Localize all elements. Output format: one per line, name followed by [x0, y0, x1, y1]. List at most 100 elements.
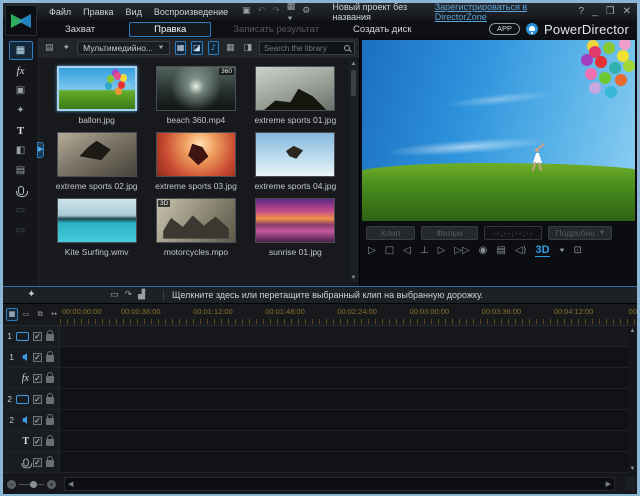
app-badge[interactable]: APP: [489, 23, 520, 35]
track-header[interactable]: 1: [3, 326, 60, 346]
track-lane[interactable]: [60, 410, 637, 430]
lock-icon[interactable]: [46, 334, 54, 341]
plugin-icon[interactable]: [61, 43, 73, 54]
snapshot-button[interactable]: [479, 246, 488, 256]
scroll-down-icon[interactable]: ▼: [351, 274, 357, 282]
track-header[interactable]: 2: [3, 389, 60, 409]
library-item[interactable]: Kite Surfing.wmv: [47, 198, 146, 257]
track-header[interactable]: 1: [3, 347, 60, 367]
undo-icon[interactable]: [258, 7, 266, 16]
scroll-down-icon[interactable]: ▼: [630, 465, 636, 473]
sidebar-item-title-room[interactable]: T: [9, 121, 33, 140]
sidebar-item-effect-room[interactable]: fx: [9, 61, 33, 80]
sidebar-item-audio-mixing-room[interactable]: [9, 161, 33, 180]
notification-bell-icon[interactable]: [526, 23, 538, 35]
scroll-up-icon[interactable]: ▲: [351, 60, 357, 68]
lock-icon[interactable]: [46, 460, 54, 467]
redo-icon[interactable]: [272, 7, 280, 16]
sidebar-item-particle-room[interactable]: [9, 101, 33, 120]
sidebar-item-subtitle-room[interactable]: [9, 221, 33, 240]
track-enable-checkbox[interactable]: [33, 458, 42, 467]
track-header[interactable]: 2: [3, 410, 60, 430]
movie-mode-button[interactable]: Фильм: [421, 226, 477, 240]
track-lane[interactable]: [60, 389, 637, 409]
track-header[interactable]: fx: [3, 368, 60, 388]
tab-produce[interactable]: Записать результат: [233, 24, 319, 35]
library-item[interactable]: sunrise 01.jpg: [246, 198, 345, 257]
fast-forward-button[interactable]: [454, 246, 469, 256]
library-item[interactable]: extreme sports 03.jpg: [146, 132, 245, 191]
lock-icon[interactable]: [46, 355, 54, 362]
minimize-button[interactable]: _: [592, 6, 598, 17]
previous-frame-button[interactable]: [403, 246, 411, 256]
menu-edit[interactable]: Правка: [77, 5, 119, 19]
track-enable-checkbox[interactable]: [33, 437, 42, 446]
settings-gear-icon[interactable]: [302, 7, 310, 16]
scroll-right-icon[interactable]: ▶: [606, 480, 611, 488]
undock-preview-button[interactable]: [573, 246, 581, 256]
sidebar-item-pip-objects-room[interactable]: [9, 81, 33, 100]
library-item[interactable]: extreme sports 01.jpg: [246, 66, 345, 125]
sidebar-item-transition-room[interactable]: [9, 141, 33, 160]
storyboard-view-button[interactable]: [20, 308, 32, 321]
track-enable-checkbox[interactable]: [33, 395, 42, 404]
lock-icon[interactable]: [46, 397, 54, 404]
volume-button[interactable]: [515, 246, 527, 256]
maximize-button[interactable]: ❒: [606, 6, 615, 17]
3d-toggle-button[interactable]: 3D: [535, 245, 549, 257]
search-icon[interactable]: [344, 45, 350, 51]
track-enable-checkbox[interactable]: [33, 353, 42, 362]
play-button[interactable]: [368, 246, 376, 256]
menu-playback[interactable]: Воспроизведение: [148, 5, 234, 19]
library-item[interactable]: 360 beach 360.mp4: [146, 66, 245, 125]
menu-file[interactable]: Файл: [43, 5, 77, 19]
seek-button[interactable]: [420, 246, 429, 256]
track-lane[interactable]: [60, 347, 637, 367]
directorzone-register-link[interactable]: Зарегистрироваться в DirectorZone: [435, 2, 565, 22]
filter-photo-button[interactable]: [191, 41, 202, 55]
lock-icon[interactable]: [46, 439, 54, 446]
time-ruler[interactable]: 00:00:00:00 00:00:36:00 00:01:12:00 00:0…: [60, 304, 637, 325]
library-item[interactable]: extreme sports 02.jpg: [47, 132, 146, 191]
preview-options-button[interactable]: [496, 246, 505, 256]
clip-mode-button[interactable]: Клип: [366, 226, 415, 240]
screen-fit-icon[interactable]: [110, 291, 119, 300]
filter-video-button[interactable]: [175, 41, 186, 55]
filter-music-button[interactable]: [208, 41, 219, 55]
scroll-up-icon[interactable]: ▲: [630, 327, 636, 335]
close-button[interactable]: ✕: [623, 6, 631, 17]
tab-edit[interactable]: Правка: [129, 22, 211, 37]
track-lane[interactable]: [60, 431, 637, 451]
detail-view-icon[interactable]: [241, 43, 254, 54]
tracks-vertical-scrollbar[interactable]: ▲ ▼: [628, 326, 637, 474]
track-enable-checkbox[interactable]: [33, 374, 42, 383]
track-header[interactable]: [3, 452, 60, 472]
library-item[interactable]: 3D motorcycles.mpo: [146, 198, 245, 257]
next-frame-button[interactable]: [438, 246, 446, 256]
panel-collapse-handle[interactable]: ▶: [37, 142, 44, 158]
sidebar-item-media-room[interactable]: [9, 41, 33, 60]
zoom-slider[interactable]: [19, 484, 44, 485]
lock-icon[interactable]: [46, 418, 54, 425]
track-header[interactable]: T: [3, 431, 60, 451]
library-scrollbar[interactable]: ▲ ▼: [349, 60, 358, 282]
zoom-in-icon[interactable]: +: [47, 480, 56, 489]
preview-quality-dropdown[interactable]: Подробно▼: [548, 226, 611, 240]
aspect-ratio-dropdown[interactable]: ▼: [287, 1, 296, 22]
tab-create-disc[interactable]: Создать диск: [353, 24, 412, 35]
library-item[interactable]: ballon.jpg: [47, 66, 146, 125]
grid-view-icon[interactable]: [224, 43, 237, 54]
magic-tools-icon[interactable]: [27, 290, 35, 300]
scroll-left-icon[interactable]: ◀: [68, 480, 73, 488]
display-mode-icon[interactable]: [242, 7, 251, 16]
insert-clip-icon[interactable]: [125, 291, 133, 300]
track-insert-icon[interactable]: [138, 291, 145, 300]
track-manager-button[interactable]: [34, 308, 46, 321]
sidebar-item-voiceover-room[interactable]: [9, 181, 33, 200]
import-media-icon[interactable]: [43, 43, 56, 54]
collection-dropdown[interactable]: Мультимедийно...▼: [77, 41, 170, 55]
search-input[interactable]: [264, 44, 344, 53]
track-lane[interactable]: [60, 368, 637, 388]
zoom-out-icon[interactable]: −: [7, 480, 16, 489]
track-enable-checkbox[interactable]: [33, 332, 42, 341]
